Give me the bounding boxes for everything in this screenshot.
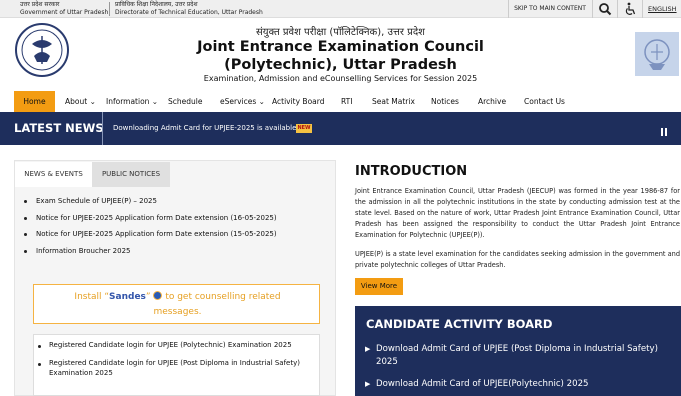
header-subtitle: Examination, Admission and eCounselling … <box>203 74 478 83</box>
introduction-paragraph-2: UPJEE(P) is a state level examination fo… <box>355 250 680 269</box>
tab-news-events[interactable]: NEWS & EVENTS <box>15 162 92 187</box>
bullet <box>24 200 27 203</box>
directorate-english: Directorate of Technical Education, Utta… <box>115 8 263 16</box>
sandes-line-1: Install “Sandes” to get counselling rela… <box>34 291 321 302</box>
skip-to-main-content-link[interactable]: SKIP TO MAIN CONTENT <box>508 0 592 18</box>
polytechnic-login-link[interactable]: Registered Candidate login for UPJEE (Po… <box>49 341 319 351</box>
divider <box>592 0 593 18</box>
sandes-line-2: messages. <box>153 307 202 317</box>
sandes-promo-box[interactable]: Install “Sandes” to get counselling rela… <box>33 284 320 324</box>
council-logo <box>635 32 679 76</box>
gov-up-hindi: उत्तर प्रदेश सरकार <box>20 1 60 8</box>
bullet <box>24 233 27 236</box>
nav-information-label: Information <box>106 97 150 106</box>
news-item[interactable]: Exam Schedule of UPJEE(P) – 2025 <box>36 197 157 205</box>
sandes-app-name: Sandes <box>109 292 146 302</box>
admit-card-pdis-link[interactable]: Download Admit Card of UPJEE (Post Diplo… <box>376 343 676 369</box>
news-item[interactable]: Notice for UPJEE-2025 Application form D… <box>36 230 277 238</box>
chevron-down-icon: ⌄ <box>87 97 96 106</box>
divider <box>642 0 643 18</box>
nav-archive[interactable]: Archive <box>478 91 506 112</box>
bullet <box>38 345 41 348</box>
bullet <box>24 250 27 253</box>
news-ticker-link[interactable]: Downloading Admit Card for UPJEE-2025 is… <box>113 112 299 145</box>
introduction-paragraph-1: Joint Entrance Examination Council, Utta… <box>355 187 680 239</box>
chevron-down-icon: ⌄ <box>149 97 159 106</box>
tab-public-notices[interactable]: PUBLIC NOTICES <box>92 162 170 187</box>
language-link[interactable]: ENGLISH <box>648 0 677 18</box>
candidate-activity-board-heading: CANDIDATE ACTIVITY BOARD <box>366 317 553 331</box>
view-more-button[interactable]: View More <box>355 278 403 295</box>
chevron-down-icon: ⌄ <box>256 97 265 106</box>
nav-activity-board[interactable]: Activity Board <box>272 91 324 112</box>
latest-news-label: LATEST NEWS <box>14 121 104 135</box>
sandes-prefix: Install “ <box>74 292 110 302</box>
nav-seat-matrix[interactable]: Seat Matrix <box>372 91 415 112</box>
pause-icon[interactable] <box>660 128 668 136</box>
hindi-council-title: संयुक्त प्रवेश परीक्षा (पॉलिटेक्निक), उत… <box>256 27 425 38</box>
main-navigation: Home About ⌄ Information ⌄ Schedule eSer… <box>0 91 681 112</box>
admit-card-polytechnic-link[interactable]: Download Admit Card of UPJEE(Polytechnic… <box>376 378 676 391</box>
nav-about[interactable]: About ⌄ <box>65 91 96 112</box>
directorate-hindi: प्राविधिक शिक्षा निदेशालय, उत्तर प्रदेश <box>115 1 198 8</box>
divider <box>617 0 618 18</box>
directorate-label: प्राविधिक शिक्षा निदेशालय, उत्तर प्रदेश … <box>115 1 263 16</box>
latest-news-bar: LATEST NEWS Downloading Admit Card for U… <box>0 112 681 145</box>
introduction-heading: INTRODUCTION <box>355 164 468 179</box>
nav-about-label: About <box>65 97 88 106</box>
sandes-line-1-tail: to get counselling related <box>162 292 281 302</box>
nav-rti[interactable]: RTI <box>341 91 352 112</box>
council-title: Joint Entrance Examination Council (Poly… <box>0 38 681 74</box>
nav-contact-us[interactable]: Contact Us <box>524 91 565 112</box>
nav-home[interactable]: Home <box>14 91 55 112</box>
new-badge: NEW <box>296 124 312 133</box>
arrow-right-icon: ▶ <box>365 345 371 353</box>
news-item[interactable]: Notice for UPJEE-2025 Application form D… <box>36 214 277 222</box>
bullet <box>38 363 41 366</box>
nav-notices[interactable]: Notices <box>431 91 459 112</box>
nav-information[interactable]: Information ⌄ <box>106 91 158 112</box>
search-icon[interactable] <box>598 2 612 16</box>
divider <box>109 2 110 16</box>
gov-up-label: उत्तर प्रदेश सरकार Government of Uttar P… <box>20 1 108 16</box>
gov-up-english: Government of Uttar Pradesh <box>20 8 109 16</box>
divider <box>102 112 103 145</box>
pdis-login-link[interactable]: Registered Candidate login for UPJEE (Po… <box>49 359 307 378</box>
accessibility-icon[interactable] <box>623 2 637 16</box>
nav-eservices[interactable]: eServices ⌄ <box>220 91 265 112</box>
council-title-line-1: Joint Entrance Examination Council <box>197 39 484 55</box>
arrow-right-icon: ▶ <box>365 380 371 388</box>
council-title-line-2: (Polytechnic), Uttar Pradesh <box>224 57 457 73</box>
bullet <box>24 217 27 220</box>
top-utility-bar: उत्तर प्रदेश सरकार Government of Uttar P… <box>0 0 681 18</box>
news-item[interactable]: Information Broucher 2025 <box>36 247 131 255</box>
sandes-suffix: ” <box>145 292 154 302</box>
nav-schedule[interactable]: Schedule <box>168 91 202 112</box>
nav-eservices-label: eServices <box>220 97 257 106</box>
